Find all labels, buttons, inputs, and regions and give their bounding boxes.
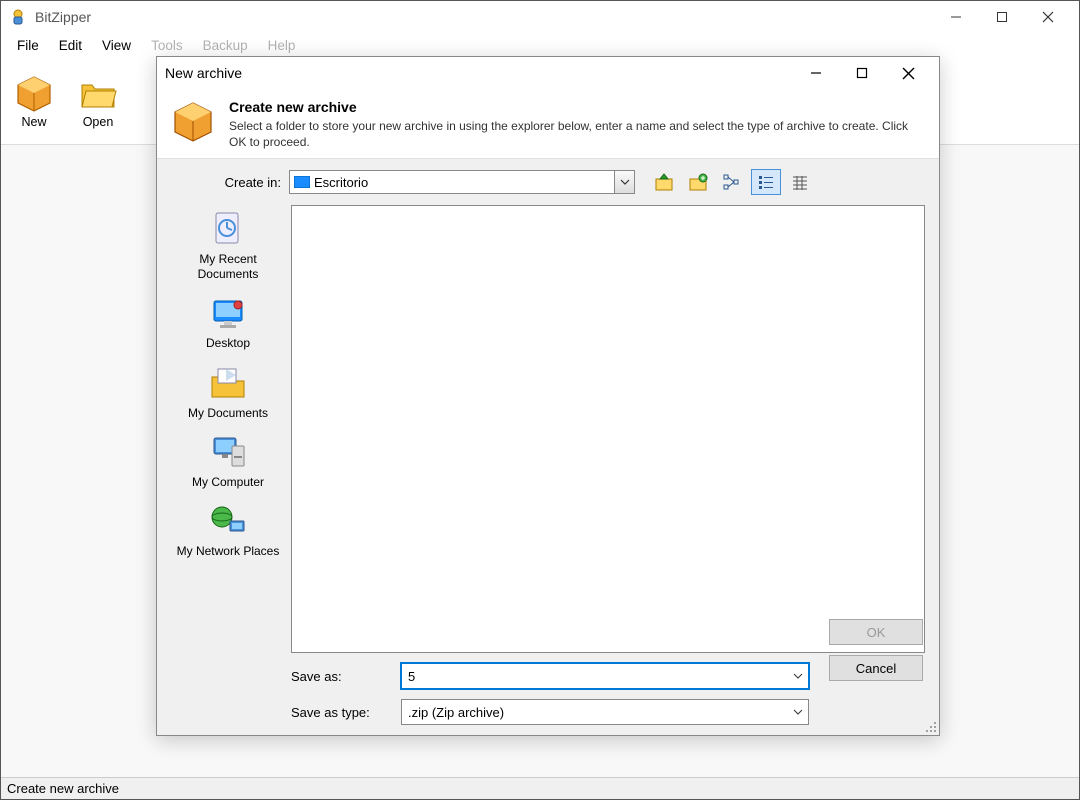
dialog-buttons: OK Cancel — [829, 619, 923, 681]
tree-view-icon[interactable] — [717, 169, 747, 195]
desktop-small-icon — [294, 176, 310, 188]
file-list[interactable] — [291, 205, 925, 653]
save-type-field[interactable]: .zip (Zip archive) — [401, 699, 809, 725]
create-in-value: Escritorio — [314, 175, 614, 190]
save-as-field[interactable] — [401, 663, 809, 689]
ok-button[interactable]: OK — [829, 619, 923, 645]
place-label: My Computer — [192, 475, 264, 489]
place-desktop[interactable]: Desktop — [171, 293, 285, 350]
create-in-combo[interactable]: Escritorio — [289, 170, 635, 194]
menu-edit[interactable]: Edit — [49, 35, 92, 56]
dialog-body: Create in: Escritorio — [157, 159, 939, 735]
place-label: Desktop — [206, 336, 250, 350]
computer-icon — [208, 432, 248, 472]
menubar: File Edit View Tools Backup Help — [1, 33, 1079, 57]
create-in-row: Create in: Escritorio — [171, 169, 925, 195]
places-sidebar: My Recent Documents Desktop My Documents — [171, 205, 285, 653]
main-titlebar: BitZipper — [1, 1, 1079, 33]
menu-view[interactable]: View — [92, 35, 141, 56]
menu-file[interactable]: File — [7, 35, 49, 56]
menu-help[interactable]: Help — [258, 35, 306, 56]
explorer-row: My Recent Documents Desktop My Documents — [171, 205, 925, 653]
toolbar-open-label: Open — [83, 115, 114, 129]
place-my-computer[interactable]: My Computer — [171, 432, 285, 489]
menu-tools[interactable]: Tools — [141, 35, 193, 56]
close-button[interactable] — [1025, 2, 1071, 32]
cancel-button[interactable]: Cancel — [829, 655, 923, 681]
chevron-down-icon[interactable] — [788, 700, 808, 724]
resize-grip-icon[interactable] — [923, 719, 937, 733]
save-type-value: .zip (Zip archive) — [402, 705, 788, 720]
desktop-icon — [208, 293, 248, 333]
menu-backup[interactable]: Backup — [193, 35, 258, 56]
dialog-titlebar: New archive — [157, 57, 939, 89]
save-as-input[interactable] — [402, 669, 788, 684]
statusbar: Create new archive — [1, 777, 1079, 799]
dialog-description: Select a folder to store your new archiv… — [229, 118, 925, 150]
chevron-down-icon[interactable] — [788, 664, 808, 688]
dialog-window-controls — [793, 58, 931, 88]
create-in-label: Create in: — [171, 175, 281, 190]
dialog-header-text: Create new archive Select a folder to st… — [229, 99, 925, 150]
chevron-down-icon[interactable] — [614, 171, 634, 193]
minimize-button[interactable] — [933, 2, 979, 32]
place-my-documents[interactable]: My Documents — [171, 363, 285, 420]
place-recent-documents[interactable]: My Recent Documents — [171, 209, 285, 281]
maximize-button[interactable] — [979, 2, 1025, 32]
dialog-maximize-button[interactable] — [839, 58, 885, 88]
box-new-icon — [14, 73, 54, 113]
recent-documents-icon — [208, 209, 248, 249]
toolbar-new[interactable]: New — [5, 69, 63, 133]
up-folder-icon[interactable] — [649, 169, 679, 195]
dialog-header: Create new archive Select a folder to st… — [157, 89, 939, 159]
dialog-minimize-button[interactable] — [793, 58, 839, 88]
dialog-heading: Create new archive — [229, 99, 925, 115]
dialog-title: New archive — [165, 65, 793, 81]
save-as-label: Save as: — [291, 669, 391, 684]
app-title: BitZipper — [35, 9, 933, 25]
toolbar-icons — [649, 169, 815, 195]
new-archive-dialog: New archive Create new archive Select a … — [156, 56, 940, 736]
toolbar-open[interactable]: Open — [69, 69, 127, 133]
place-network[interactable]: My Network Places — [171, 501, 285, 558]
documents-folder-icon — [208, 363, 248, 403]
network-places-icon — [208, 501, 248, 541]
new-folder-icon[interactable] — [683, 169, 713, 195]
statusbar-text: Create new archive — [7, 781, 119, 796]
archive-box-icon — [171, 99, 215, 143]
dialog-close-button[interactable] — [885, 58, 931, 88]
details-view-icon[interactable] — [785, 169, 815, 195]
window-controls — [933, 2, 1071, 32]
folder-open-icon — [78, 73, 118, 113]
place-label: My Recent Documents — [171, 252, 285, 281]
list-view-icon[interactable] — [751, 169, 781, 195]
toolbar-new-label: New — [21, 115, 46, 129]
place-label: My Network Places — [177, 544, 280, 558]
place-label: My Documents — [188, 406, 268, 420]
save-type-label: Save as type: — [291, 705, 391, 720]
app-icon — [9, 8, 27, 26]
